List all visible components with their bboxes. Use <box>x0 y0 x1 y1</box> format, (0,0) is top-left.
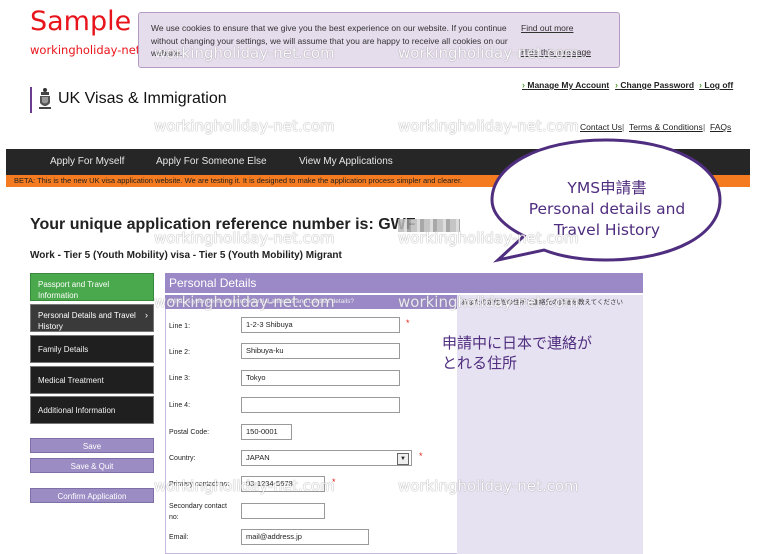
manage-account-link[interactable]: › Manage My Account <box>522 80 609 90</box>
required-marker: * <box>406 318 410 328</box>
sidebar-item-personal-details[interactable]: Personal Details and Travel History › <box>30 304 154 332</box>
sidebar-item-passport[interactable]: Passport and Travel Information <box>30 273 154 301</box>
nav-apply-someone-else[interactable]: Apply For Someone Else <box>156 156 267 167</box>
hide-message-link[interactable]: Hide this message <box>521 47 591 57</box>
sample-title: Sample <box>30 6 132 37</box>
bubble-line: YMS申請書 <box>567 179 647 197</box>
terms-link[interactable]: Terms & Conditions <box>629 122 703 132</box>
bubble-line: Travel History <box>553 221 661 239</box>
secondary-contact-input[interactable] <box>241 503 325 519</box>
primary-contact-label: Primary contact no: <box>169 481 230 488</box>
visa-type-heading: Work - Tier 5 (Youth Mobility) visa - Ti… <box>30 250 342 261</box>
contact-us-link[interactable]: Contact Us <box>580 122 622 132</box>
sidebar-item-additional[interactable]: Additional Information <box>30 396 154 424</box>
annotation-line: とれる住所 <box>442 354 518 372</box>
reference-number-redacted <box>398 219 460 232</box>
address-line1-input[interactable]: 1-2-3 Shibuya <box>241 317 400 333</box>
question-heading: What is your permanent residential addre… <box>165 295 457 309</box>
link-separator: | <box>703 122 706 132</box>
sidebar-item-family[interactable]: Family Details <box>30 335 154 363</box>
site-name: UK Visas & Immigration <box>58 90 227 107</box>
country-select[interactable]: JAPAN ▼ <box>241 450 412 466</box>
royal-crest-icon <box>39 88 51 109</box>
chevron-right-icon: › <box>615 80 618 90</box>
required-marker: * <box>332 477 336 487</box>
nav-apply-myself[interactable]: Apply For Myself <box>50 156 124 167</box>
section-title: Personal Details <box>165 273 643 293</box>
primary-contact-input[interactable]: 03-1234-5678 <box>241 476 325 492</box>
question-translation: あなたの定住地の住所と連絡先の詳細を教えてください <box>461 299 623 306</box>
cookie-notice: We use cookies to ensure that we give yo… <box>138 12 620 68</box>
faqs-link[interactable]: FAQs <box>710 122 731 132</box>
logo-divider <box>30 87 32 113</box>
chevron-right-icon: › <box>699 80 702 90</box>
country-label: Country: <box>169 455 196 462</box>
nav-view-applications[interactable]: View My Applications <box>299 156 393 167</box>
line2-label: Line 2: <box>169 349 191 356</box>
email-input[interactable]: mail@address.jp <box>241 529 369 545</box>
line4-label: Line 4: <box>169 402 191 409</box>
cookie-message: We use cookies to ensure that we give yo… <box>151 23 508 58</box>
postal-code-label: Postal Code: <box>169 429 210 436</box>
email-label: Email: <box>169 534 189 541</box>
save-quit-button[interactable]: Save & Quit <box>30 458 154 473</box>
postal-code-input[interactable]: 150-0001 <box>241 424 292 440</box>
bubble-text: YMS申請書 Personal details and Travel Histo… <box>502 178 712 241</box>
chevron-right-icon: › <box>522 80 525 90</box>
log-off-link[interactable]: › Log off <box>699 80 733 90</box>
country-selected-value: JAPAN <box>246 453 270 462</box>
change-password-link[interactable]: › Change Password <box>615 80 694 90</box>
address-annotation: 申請中に日本で連絡が とれる住所 <box>442 333 592 373</box>
line1-label: Line 1: <box>169 323 191 330</box>
address-line2-input[interactable]: Shibuya-ku <box>241 343 400 359</box>
find-out-more-link[interactable]: Find out more <box>521 23 573 33</box>
required-marker: * <box>419 451 423 461</box>
sidebar-item-label: Personal Details and Travel History <box>38 311 136 331</box>
link-separator: | <box>622 122 625 132</box>
reference-number-heading: Your unique application reference number… <box>30 216 416 233</box>
watermark: workingholiday-net.com <box>154 117 335 135</box>
secondary-contact-label: Secondary contact no: <box>169 503 227 521</box>
address-line3-input[interactable]: Tokyo <box>241 370 400 386</box>
confirm-application-button[interactable]: Confirm Application <box>30 488 154 503</box>
annotation-line: 申請中に日本で連絡が <box>442 334 593 352</box>
line3-label: Line 3: <box>169 375 191 382</box>
sidebar-item-medical[interactable]: Medical Treatment <box>30 366 154 394</box>
address-line4-input[interactable] <box>241 397 400 413</box>
watermark: workingholiday-net.com <box>398 117 579 135</box>
bubble-line: Personal details and <box>528 200 686 218</box>
save-button[interactable]: Save <box>30 438 154 453</box>
chevron-right-icon: › <box>145 310 148 320</box>
dropdown-arrow-icon[interactable]: ▼ <box>397 453 409 465</box>
